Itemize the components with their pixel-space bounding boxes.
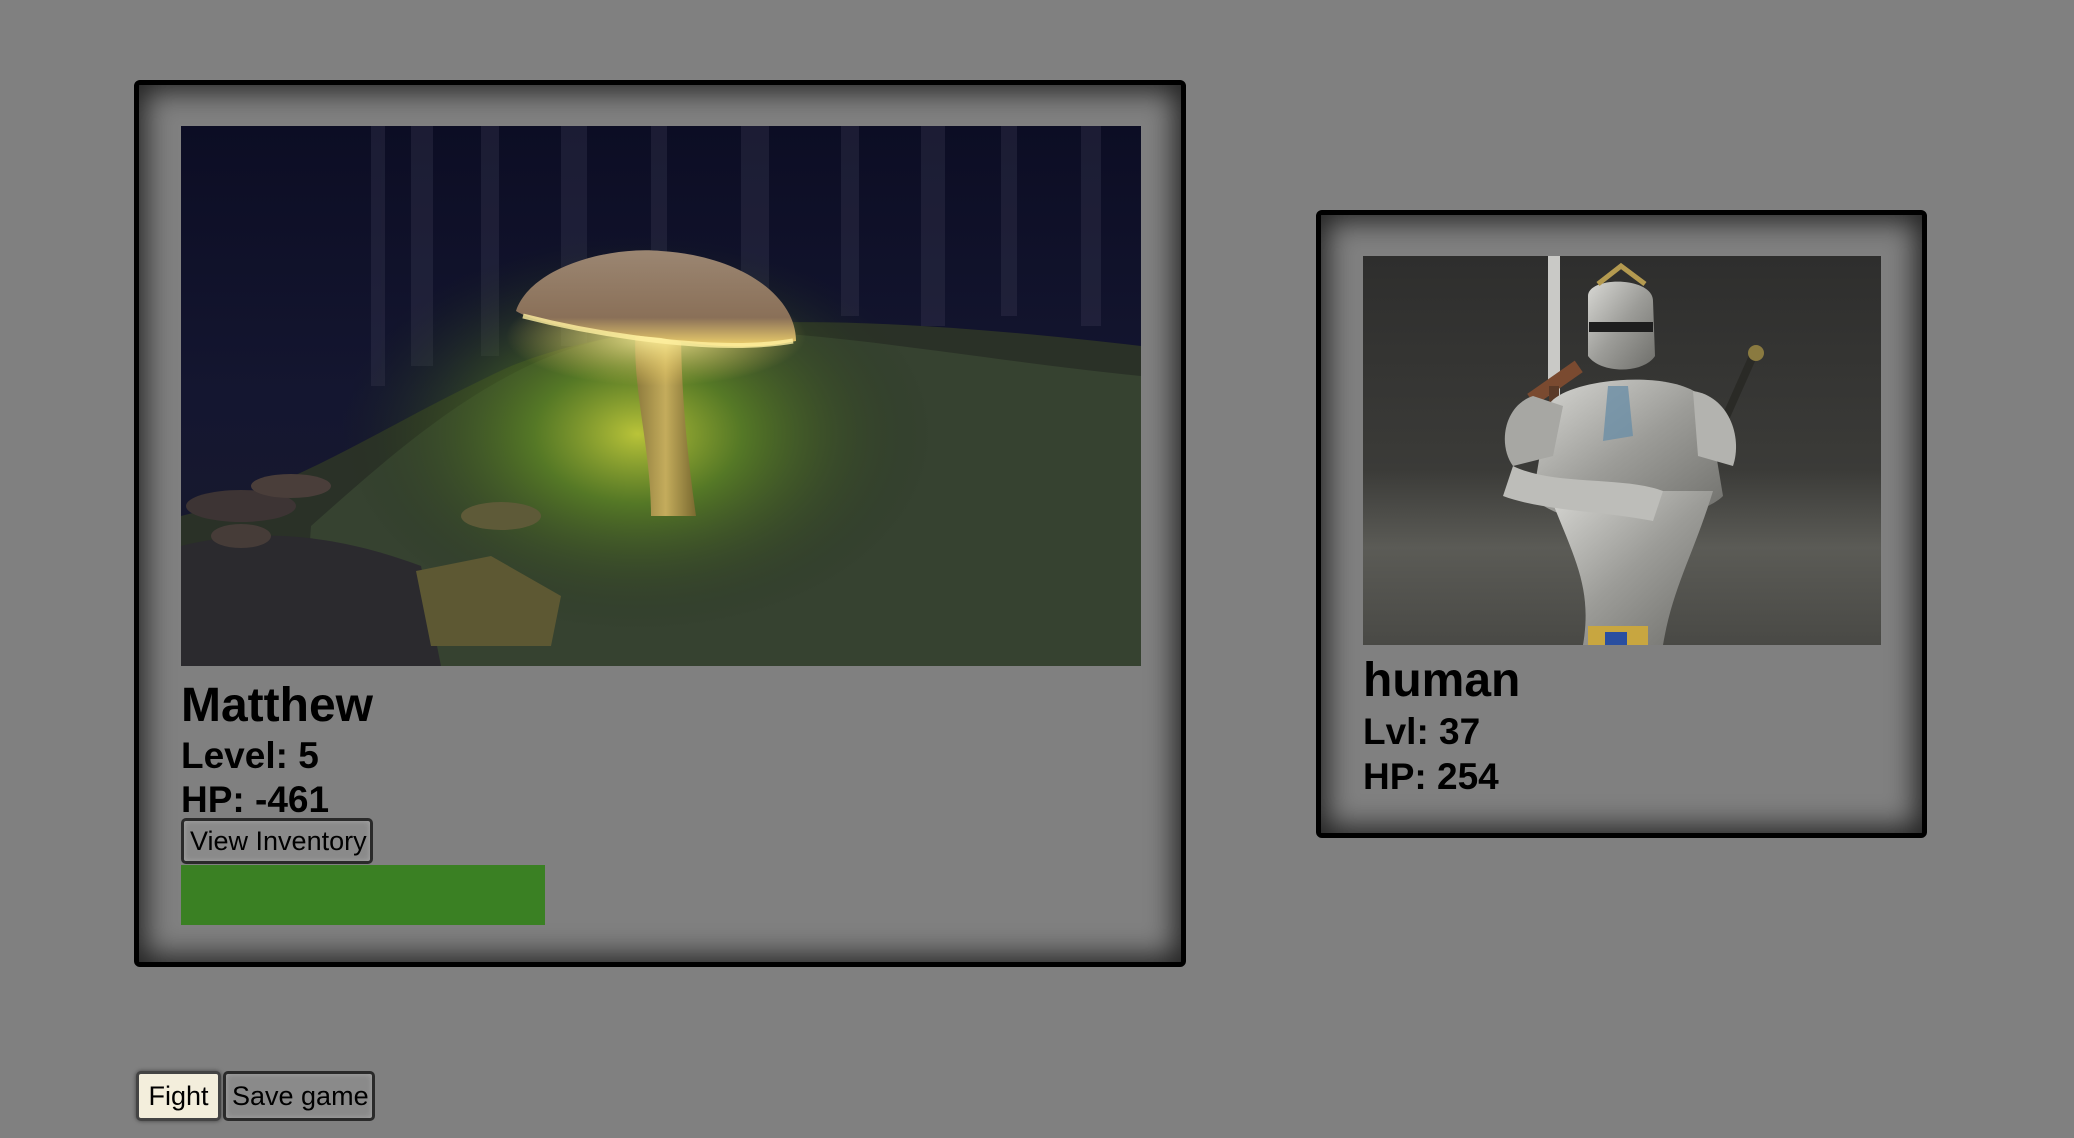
fight-button[interactable]: Fight — [136, 1071, 221, 1121]
enemy-card: human Lvl: 37 HP: 254 — [1316, 210, 1927, 838]
player-progress-bar — [181, 865, 545, 925]
player-hp: HP: -461 — [181, 779, 330, 820]
player-portrait-mushroom-image — [181, 126, 1141, 666]
enemy-name: human — [1363, 654, 1521, 707]
save-game-button[interactable]: Save game — [223, 1071, 375, 1121]
enemy-hp: HP: 254 — [1363, 756, 1499, 797]
enemy-portrait-knight-image — [1363, 256, 1881, 645]
player-level: Level: 5 — [181, 735, 319, 776]
view-inventory-button[interactable]: View Inventory — [181, 818, 373, 864]
enemy-level: Lvl: 37 — [1363, 711, 1481, 752]
player-name: Matthew — [181, 679, 373, 732]
player-progress-bar-fill — [181, 865, 545, 925]
player-card: Matthew Level: 5 HP: -461 View Inventory — [134, 80, 1186, 967]
